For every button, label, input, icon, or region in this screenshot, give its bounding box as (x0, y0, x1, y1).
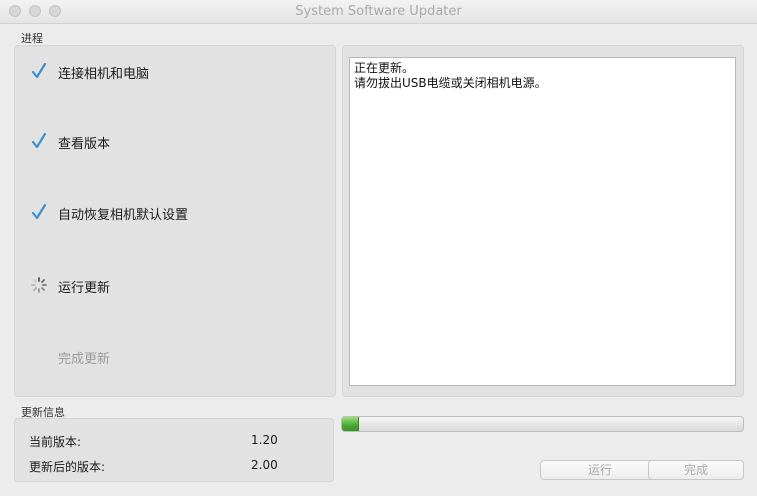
step-run-update: 运行更新 (15, 273, 315, 297)
updated-version-row: 更新后的版本: 2.00 (15, 456, 333, 474)
updated-version-value: 2.00 (251, 458, 278, 472)
checkmark-icon (29, 202, 49, 222)
current-version-value: 1.20 (251, 433, 278, 447)
spinner-icon (29, 275, 49, 295)
log-line: 正在更新。 (354, 61, 415, 75)
step-label: 完成更新 (58, 352, 111, 367)
step-label: 连接相机和电脑 (58, 67, 150, 82)
step-complete-update: 完成更新 (15, 344, 315, 368)
checkmark-icon (29, 131, 49, 151)
update-info-panel: 当前版本: 1.20 更新后的版本: 2.00 (14, 418, 334, 482)
step-check-version: 查看版本 (15, 129, 315, 153)
update-progress-bar (341, 416, 744, 432)
log-panel: 正在更新。 请勿拔出USB电缆或关闭相机电源。 (342, 45, 744, 397)
updater-window: System Software Updater 进程 连接相机和电脑 查看版本 … (0, 0, 757, 496)
update-progress-fill (342, 417, 360, 431)
step-connect: 连接相机和电脑 (15, 59, 315, 83)
title-bar: System Software Updater (0, 0, 757, 24)
step-restore-defaults: 自动恢复相机默认设置 (15, 200, 315, 224)
current-version-label: 当前版本: (29, 435, 82, 449)
step-label: 自动恢复相机默认设置 (58, 208, 189, 223)
step-label: 运行更新 (58, 281, 111, 296)
progress-section-label: 进程 (21, 32, 43, 45)
updated-version-label: 更新后的版本: (29, 460, 106, 474)
log-line: 请勿拔出USB电缆或关闭相机电源。 (354, 76, 547, 90)
done-button[interactable]: 完成 (648, 460, 744, 480)
window-title: System Software Updater (295, 4, 462, 19)
progress-steps-panel: 连接相机和电脑 查看版本 自动恢复相机默认设置 运行更新 完成更新 (14, 45, 336, 397)
log-text-area[interactable]: 正在更新。 请勿拔出USB电缆或关闭相机电源。 (349, 57, 736, 386)
run-button[interactable]: 运行 (540, 460, 660, 480)
step-label: 查看版本 (58, 137, 111, 152)
checkmark-icon (29, 61, 49, 81)
current-version-row: 当前版本: 1.20 (15, 431, 333, 449)
